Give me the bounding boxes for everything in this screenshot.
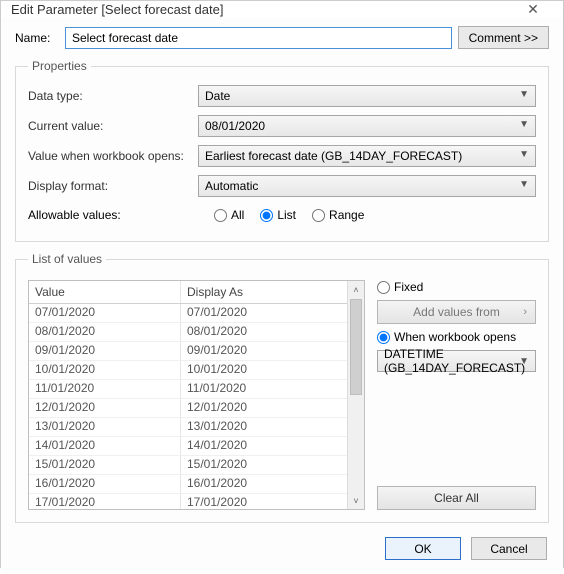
on-open-label: Value when workbook opens: (28, 149, 198, 163)
lov-legend: List of values (28, 252, 106, 266)
table-row[interactable]: 09/01/202009/01/2020 (29, 342, 364, 361)
close-icon[interactable]: ✕ (513, 1, 553, 18)
table-row[interactable]: 08/01/202008/01/2020 (29, 323, 364, 342)
add-values-button[interactable]: Add values from › (377, 300, 536, 324)
chevron-down-icon: ▼ (519, 356, 529, 367)
data-type-label: Data type: (28, 89, 198, 103)
when-open-radio[interactable]: When workbook opens (377, 330, 536, 344)
table-row[interactable]: 15/01/202015/01/2020 (29, 456, 364, 475)
chevron-down-icon: ▼ (519, 89, 529, 100)
col-display: Display As (181, 281, 333, 303)
scroll-down-icon[interactable]: ˅ (348, 492, 364, 509)
cancel-button[interactable]: Cancel (471, 537, 547, 560)
ok-button[interactable]: OK (385, 537, 461, 560)
table-row[interactable]: 13/01/202013/01/2020 (29, 418, 364, 437)
chevron-down-icon: ▼ (519, 119, 529, 130)
list-of-values-group: List of values Value Display As 07/01/20… (15, 252, 549, 523)
display-format-label: Display format: (28, 179, 198, 193)
window-title: Edit Parameter [Select forecast date] (11, 2, 513, 17)
scrollbar[interactable]: ˄ ˅ (347, 281, 364, 509)
dialog-edit-parameter: Edit Parameter [Select forecast date] ✕ … (0, 0, 564, 568)
table-header: Value Display As (29, 281, 364, 304)
scroll-thumb[interactable] (350, 299, 362, 395)
clear-all-button[interactable]: Clear All (377, 486, 536, 510)
table-row[interactable]: 12/01/202012/01/2020 (29, 399, 364, 418)
comment-button[interactable]: Comment >> (458, 26, 549, 49)
on-open-select[interactable]: Earliest forecast date (GB_14DAY_FORECAS… (198, 145, 536, 167)
fixed-radio[interactable]: Fixed (377, 280, 536, 294)
source-select[interactable]: DATETIME (GB_14DAY_FORECAST) ▼ (377, 350, 536, 372)
table-row[interactable]: 16/01/202016/01/2020 (29, 475, 364, 494)
name-label: Name: (15, 31, 59, 45)
name-input[interactable] (65, 27, 452, 49)
chevron-down-icon: ▼ (519, 179, 529, 190)
properties-legend: Properties (28, 59, 91, 73)
allow-range-radio[interactable]: Range (312, 208, 364, 222)
properties-group: Properties Data type: Date ▼ Current val… (15, 59, 549, 242)
data-type-select[interactable]: Date ▼ (198, 85, 536, 107)
chevron-right-icon: › (523, 306, 527, 318)
chevron-down-icon: ▼ (519, 149, 529, 160)
table-row[interactable]: 10/01/202010/01/2020 (29, 361, 364, 380)
current-value-select[interactable]: 08/01/2020 ▼ (198, 115, 536, 137)
values-table[interactable]: Value Display As 07/01/202007/01/202008/… (28, 280, 365, 510)
dialog-footer: OK Cancel (15, 533, 549, 560)
display-format-select[interactable]: Automatic ▼ (198, 175, 536, 197)
titlebar: Edit Parameter [Select forecast date] ✕ (1, 1, 563, 18)
table-row[interactable]: 07/01/202007/01/2020 (29, 304, 364, 323)
table-row[interactable]: 14/01/202014/01/2020 (29, 437, 364, 456)
allowable-label: Allowable values: (28, 208, 198, 222)
allow-all-radio[interactable]: All (214, 208, 244, 222)
table-row[interactable]: 11/01/202011/01/2020 (29, 380, 364, 399)
table-row[interactable]: 17/01/202017/01/2020 (29, 494, 364, 509)
col-value: Value (29, 281, 181, 303)
current-value-label: Current value: (28, 119, 198, 133)
allow-list-radio[interactable]: List (260, 208, 296, 222)
scroll-up-icon[interactable]: ˄ (348, 281, 364, 298)
